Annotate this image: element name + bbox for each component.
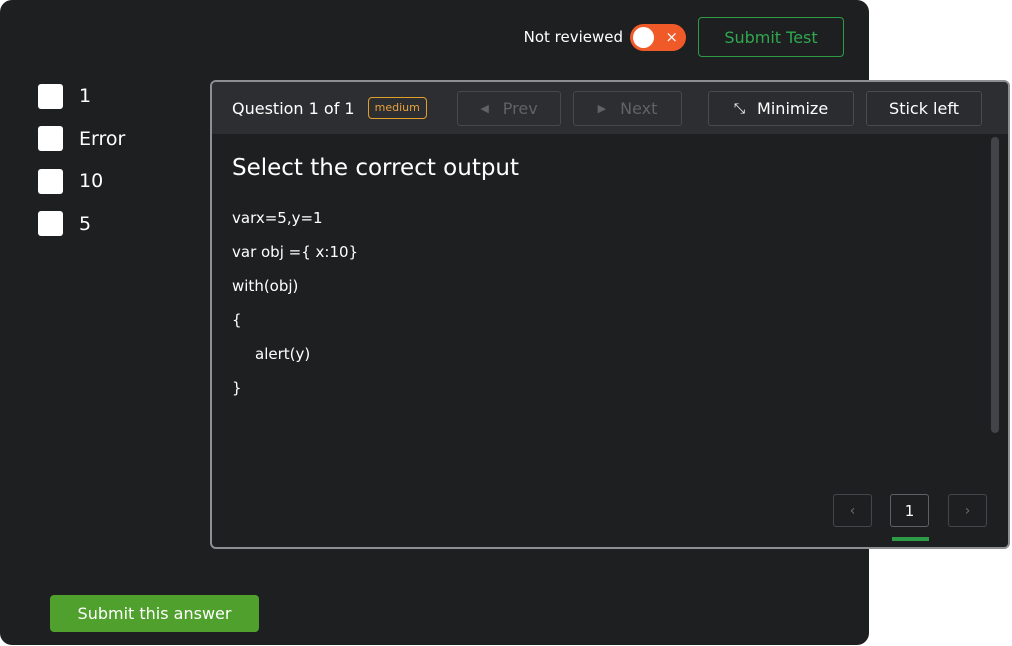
code-line: } — [232, 379, 242, 397]
answer-options: 1 Error 10 5 — [38, 75, 125, 245]
code-line: with(obj) — [232, 277, 299, 295]
question-title: Select the correct output — [232, 155, 520, 181]
answer-option[interactable]: 1 — [38, 75, 125, 118]
stick-left-button[interactable]: Stick left — [866, 91, 982, 126]
code-line: var obj ={ x:10} — [232, 243, 359, 261]
question-panel: Question 1 of 1 medium ◀ Prev ▶ Next ⤡ M… — [210, 80, 1010, 549]
submit-test-button[interactable]: Submit Test — [698, 17, 844, 57]
prev-question-button[interactable]: ◀ Prev — [457, 91, 561, 126]
option-checkbox[interactable] — [38, 126, 63, 152]
caret-left-icon: ◀ — [480, 102, 489, 115]
close-icon: × — [665, 27, 678, 46]
minimize-icon: ⤡ — [733, 100, 746, 117]
question-body: Select the correct output varx=5,y=1 var… — [212, 134, 1008, 405]
option-checkbox[interactable] — [38, 168, 63, 194]
code-line: varx=5,y=1 — [232, 209, 323, 227]
page-number-button[interactable]: 1 — [890, 494, 929, 527]
option-checkbox[interactable] — [38, 83, 63, 109]
option-label: Error — [79, 127, 126, 150]
toggle-knob — [633, 26, 654, 48]
option-label: 5 — [79, 212, 92, 235]
minimize-button[interactable]: ⤡ Minimize — [708, 91, 854, 126]
page-next-button[interactable]: › — [948, 494, 987, 527]
prev-label: Prev — [502, 99, 538, 118]
next-label: Next — [620, 99, 658, 118]
question-counter: Question 1 of 1 — [232, 98, 355, 118]
next-question-button[interactable]: ▶ Next — [573, 91, 682, 126]
answer-option[interactable]: 10 — [38, 160, 125, 203]
difficulty-badge: medium — [367, 97, 427, 119]
scrollbar[interactable] — [991, 137, 999, 433]
code-line: alert(y) — [255, 345, 311, 363]
code-line: { — [232, 311, 242, 329]
stick-left-label: Stick left — [889, 99, 959, 118]
minimize-label: Minimize — [757, 99, 829, 118]
caret-right-icon: ▶ — [597, 102, 607, 115]
page-prev-button[interactable]: ‹ — [833, 494, 872, 527]
current-page-indicator — [892, 537, 929, 541]
header-controls: Not reviewed × Submit Test — [524, 17, 844, 57]
answer-option[interactable]: Error — [38, 118, 125, 161]
option-checkbox[interactable] — [38, 211, 63, 237]
submit-answer-button[interactable]: Submit this answer — [50, 595, 259, 632]
chevron-left-icon: ‹ — [849, 502, 856, 519]
review-status-label: Not reviewed — [523, 28, 623, 46]
answer-option[interactable]: 5 — [38, 203, 125, 246]
option-label: 1 — [79, 85, 92, 108]
option-label: 10 — [79, 170, 104, 193]
review-toggle[interactable]: × — [630, 23, 686, 51]
question-panel-header: Question 1 of 1 medium ◀ Prev ▶ Next ⤡ M… — [212, 82, 1008, 134]
chevron-right-icon: › — [964, 502, 971, 519]
